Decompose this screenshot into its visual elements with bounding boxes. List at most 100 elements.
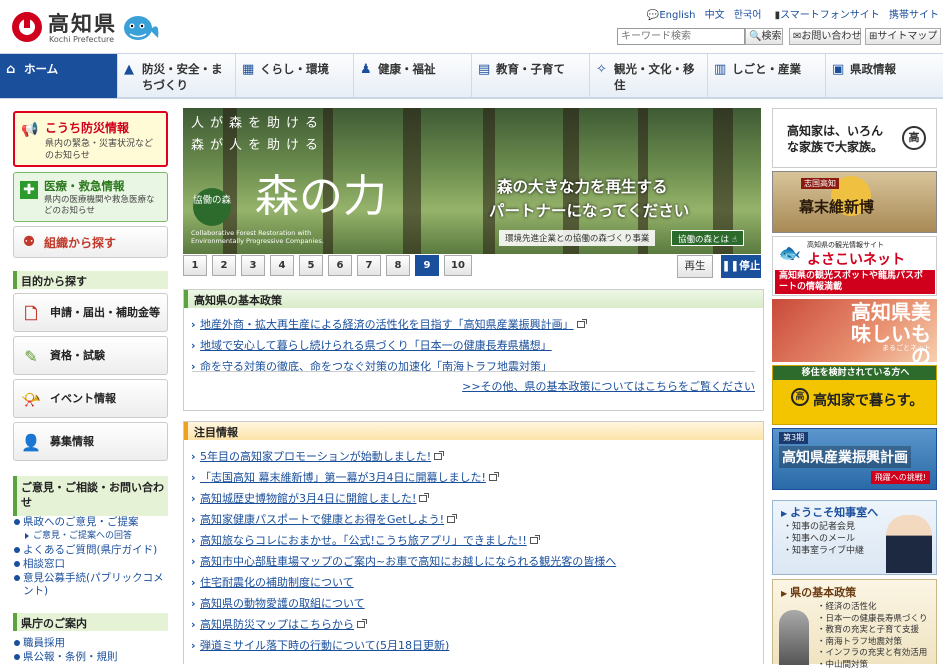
nav-shigoto[interactable]: ▥しごと・産業 [708,54,826,98]
list-item[interactable]: 命を守る対策の徹底、命をつなぐ対策の加速化「南海トラフ地震対策」 [190,356,757,377]
page-button[interactable]: 8 [386,255,410,276]
external-link-icon [357,621,365,628]
link-korean[interactable]: 한국어 [734,10,762,21]
list-item[interactable]: ご意見・ご提案への回答 [13,530,168,543]
sparkle-icon: ✧ [596,63,610,77]
list-item[interactable]: 知事へのメール [783,533,864,545]
list-item[interactable]: 中山間対策 [817,660,928,671]
book-icon: ▤ [478,63,492,77]
nav-kurashi[interactable]: ▦くらし・環境 [236,54,354,98]
pause-button[interactable]: ❚❚停止 [721,255,761,278]
nav-home[interactable]: ⌂ホーム [0,54,118,98]
list-item[interactable]: 教育の充実と子育て支援 [817,625,928,637]
list-item[interactable]: 南海トラフ地震対策 [817,637,928,649]
sitemap-button[interactable]: ⊞サイトマップ [865,28,941,45]
list-item[interactable]: 相談窓口 [13,558,168,571]
bimi-banner[interactable]: 高知県美味しいもの まるごとネット [772,299,937,362]
nav-kensei[interactable]: ▣県政情報 [826,54,943,98]
list-item[interactable]: 県政へのご意見・ご提案 [13,516,168,529]
page-button[interactable]: 7 [357,255,381,276]
list-item[interactable]: 地産外商・拡大再生産による経済の活性化を目指す「高知県産業振興計画」 [190,314,757,335]
sangyo-banner[interactable]: 第3期 高知県産業振興計画 飛躍への挑戦! [772,428,937,490]
list-item[interactable]: 弾道ミサイル落下時の行動について(5月18日更新) [190,635,757,656]
governor-box[interactable]: ようこそ知事室へ 知事の記者会見 知事へのメール 知事室ライブ中継 [772,500,937,575]
search-button[interactable]: 🔍検索 [745,28,783,45]
mascot-icon: 🐟 [777,241,803,267]
kochike-banner[interactable]: 高知家は、いろんな家族で大家族。 高 [772,108,937,168]
external-link-icon [434,453,442,460]
site-logo[interactable]: 高知県 Kochi Prefecture [12,8,162,48]
bousai-info-box[interactable]: 📢 こうち防災情報 県内の緊急・災害状況などのお知らせ [13,111,168,167]
bakumatsu-banner[interactable]: 志国高知 幕末維新博 [772,171,937,233]
mokuteki-event[interactable]: 📯イベント情報 [13,379,168,418]
list-item[interactable]: 意見公募手続(パブリックコメント) [13,572,168,598]
list-item[interactable]: 知事の記者会見 [783,521,864,533]
play-button[interactable]: 再生 [677,255,713,278]
page-button[interactable]: 3 [241,255,265,276]
policy-more-link[interactable]: >>その他、県の基本政策についてはこちらをご覧ください [462,378,755,394]
medical-cross-icon: ✚ [20,181,38,199]
list-item[interactable]: 日本一の健康長寿県づくり [817,614,928,626]
prefecture-emblem-icon [12,12,42,42]
slideshow-banner[interactable]: 人が森を助ける 森が人を助ける 森の力 協働の森 Collaborative F… [183,108,761,254]
link-mobile[interactable]: 携帯サイト [889,10,939,21]
list-item[interactable]: インフラの充実と有効活用 [817,648,928,660]
goiken-heading: ご意見・ご相談・お問い合わせ [13,476,168,516]
kencho-heading: 県庁のご案内 [13,613,168,631]
tree-trunk [483,108,495,254]
mokuteki-boshu[interactable]: 👤募集情報 [13,422,168,461]
nav-kyoiku[interactable]: ▤教育・子育て [472,54,590,98]
list-item[interactable]: 地域で安心して暮らし続けられる県づくり「日本一の健康長寿県構想」 [190,335,757,356]
list-item[interactable]: 経済の活性化 [817,602,928,614]
mokuteki-shinsei[interactable]: 🗋申請・届出・補助金等 [13,293,168,332]
page-button[interactable]: 6 [328,255,352,276]
page-button-active[interactable]: 9 [415,255,439,276]
page-button[interactable]: 4 [270,255,294,276]
external-link-icon [530,537,538,544]
iryo-info-box[interactable]: ✚ 医療・救急情報 県内の医療機関や救急医療などのお知らせ [13,172,168,222]
external-link-icon [577,321,585,328]
contact-button[interactable]: ✉お問い合わせ [789,28,861,45]
road-icon: ▲ [124,63,138,77]
list-item[interactable]: 5年目の高知家プロモーションが始動しました! [190,446,757,467]
kihon-box[interactable]: 県の基本政策 経済の活性化 日本一の健康長寿県づくり 教育の充実と子育て支援 南… [772,579,937,664]
external-link-icon [419,495,427,502]
mokuteki-shikaku[interactable]: ✎資格・試験 [13,336,168,375]
link-english[interactable]: English [659,10,695,21]
kochike-logo-icon: 高 [902,126,926,150]
list-item[interactable]: 住宅耐震化の補助制度について [190,572,757,593]
soshiki-button[interactable]: ⚉ 組織から探す [13,226,168,258]
banner-link[interactable]: 協働の森とは ☝ [671,230,744,246]
list-item[interactable]: 高知城歴史博物館が3月4日に開館しました! [190,488,757,509]
iju-banner[interactable]: 移住を検討されている方へ 高 高知家で暮らす。 [772,365,937,425]
nav-kanko[interactable]: ✧観光・文化・移住 [590,54,708,98]
page-button[interactable]: 2 [212,255,236,276]
list-item[interactable]: よくあるご質問(県庁ガイド) [13,544,168,557]
site-name: 高知県 [48,8,117,38]
page-button[interactable]: 5 [299,255,323,276]
yosakoi-banner[interactable]: 🐟 高知県の観光情報サイト よさこいネット 高知県の観光スポットや龍馬パスポート… [772,236,937,296]
list-item[interactable]: 高知家健康パスポートで健康とお得をGetしよう! [190,509,757,530]
list-item[interactable]: 県公報・条例・規則 [13,651,168,664]
site-subtitle: Kochi Prefecture [49,35,114,44]
list-item[interactable]: 高知市中心部駐車場マップのご案内~お車で高知にお越しになられる観光客の皆様へ [190,551,757,572]
list-item[interactable]: 高知県防災マップはこちらから [190,614,757,635]
list-item[interactable]: 知事室ライブ中継 [783,545,864,557]
nav-bousai[interactable]: ▲防災・安全・まちづくり [118,54,236,98]
list-item[interactable]: 職員採用 [13,637,168,650]
divider [192,371,755,372]
link-smartphone[interactable]: スマートフォンサイト [780,10,880,21]
search-row: 🔍検索 ✉お問い合わせ ⊞サイトマップ [617,28,943,46]
page-button[interactable]: 1 [183,255,207,276]
search-icon: 🔍 [749,31,761,42]
link-chinese[interactable]: 中文 [705,10,725,21]
buildings-icon: ▦ [242,63,256,77]
list-item[interactable]: 高知旅ならコレにおまかせ。「公式!こうち旅アプリ」できました!! [190,530,757,551]
organization-icon: ⚉ [20,233,38,251]
list-item[interactable]: 「志国高知 幕末維新博」第一幕が3月4日に開幕しました! [190,467,757,488]
search-input[interactable] [617,28,745,45]
list-item[interactable]: 高知県の動物愛護の取組について [190,593,757,614]
page-button[interactable]: 10 [444,255,472,276]
nav-kenko[interactable]: ♟健康・福祉 [354,54,472,98]
person-board-icon: 👤 [20,432,42,454]
